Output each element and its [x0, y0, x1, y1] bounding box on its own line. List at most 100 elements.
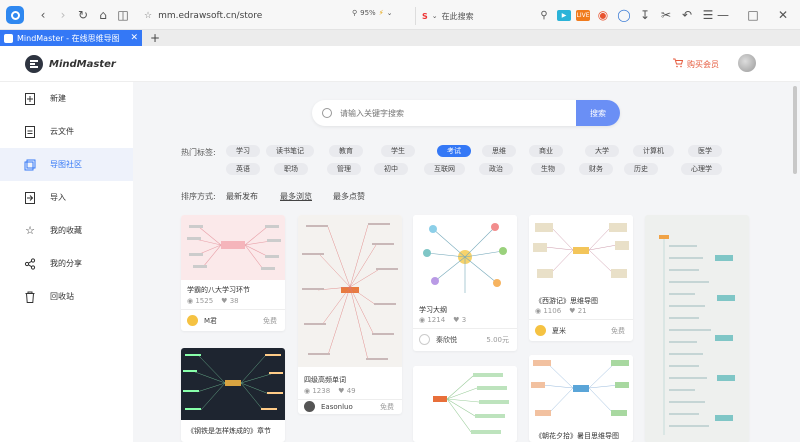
card-author[interactable]: Easonluo	[304, 401, 353, 412]
sort-most-viewed[interactable]: 最多浏览	[280, 191, 312, 202]
tag-1-6[interactable]: 商业	[529, 145, 563, 157]
mindmaster-logo-icon	[25, 55, 43, 73]
maximize-icon[interactable]: □	[744, 6, 762, 24]
search-icon[interactable]: ⚲	[536, 6, 552, 24]
browser-search[interactable]: S ⌄ 在此搜索	[415, 7, 525, 25]
home-icon[interactable]: ⌂	[94, 6, 112, 24]
card-thumbnail	[529, 355, 633, 427]
tab-mindmaster[interactable]: MindMaster - 在线思维导图 ✕	[0, 30, 142, 46]
reader-icon[interactable]: ◫	[114, 6, 132, 24]
scrollbar[interactable]	[792, 82, 798, 442]
tag-2-3[interactable]: 初中	[374, 163, 408, 175]
tag-1-9[interactable]: 医学	[688, 145, 722, 157]
template-card[interactable]: 《西游记》思维导图 ◉ 1106 ♥ 21 夏米 免费	[529, 215, 633, 341]
sidebar-item-new[interactable]: 新建	[0, 82, 133, 115]
toolbar-extensions: ⚲ ▶ LIVE ◉ ◯ ↧ ✂ ↶ ☰	[536, 6, 716, 24]
mindmaster-logo[interactable]: MindMaster	[25, 55, 116, 73]
forward-icon[interactable]: ›	[54, 6, 72, 24]
tag-2-1[interactable]: 职场	[274, 163, 308, 175]
sidebar-item-cloud[interactable]: 云文件	[0, 115, 133, 148]
sidebar-item-label: 导图社区	[50, 160, 82, 169]
card-author[interactable]: M君	[187, 315, 217, 326]
card-author[interactable]: 夏米	[535, 325, 566, 336]
back-icon[interactable]: ‹	[34, 6, 52, 24]
scissors-icon[interactable]: ✂	[658, 6, 674, 24]
vip-label: 购买会员	[687, 59, 719, 69]
download-icon[interactable]: ↧	[637, 6, 653, 24]
close-icon[interactable]: ✕	[774, 6, 792, 24]
sidebar-item-trash[interactable]: 回收站	[0, 280, 133, 313]
template-card[interactable]: 《钢铁是怎样炼成的》章节	[181, 348, 285, 442]
tag-1-7[interactable]: 大学	[585, 145, 619, 157]
tab-close-icon[interactable]: ✕	[130, 33, 138, 43]
tab-favicon-icon	[4, 33, 13, 43]
sort-newest[interactable]: 最新发布	[226, 191, 258, 202]
tag-1-2[interactable]: 教育	[329, 145, 363, 157]
undo-icon[interactable]: ↶	[679, 6, 695, 24]
bolt-icon: ⚡	[378, 9, 384, 17]
tag-2-7[interactable]: 财务	[579, 163, 613, 175]
new-tab-icon[interactable]: +	[150, 31, 160, 45]
template-card[interactable]: 四级高频单词 ◉ 1238 ♥ 49 Easonluo 免费	[298, 215, 402, 414]
tag-1-8[interactable]: 计算机	[633, 145, 674, 157]
template-card[interactable]: 学习大纲 ◉ 1214 ♥ 3 秦欣悦 5.00元	[413, 215, 517, 351]
author-avatar	[187, 315, 198, 326]
likes: ♥ 21	[569, 307, 586, 315]
likes: ♥ 38	[221, 297, 238, 305]
search-input[interactable]	[340, 108, 576, 118]
sidebar-item-community[interactable]: 导图社区	[0, 148, 133, 181]
community-icon	[24, 159, 36, 171]
tag-1-3[interactable]: 学生	[381, 145, 415, 157]
share-icon	[24, 257, 36, 270]
tag-1-4[interactable]: 考试	[437, 145, 471, 157]
tag-2-8[interactable]: 历史	[624, 163, 658, 175]
tag-2-6[interactable]: 生物	[531, 163, 565, 175]
zoom-icon: ⚲	[352, 9, 358, 17]
template-card[interactable]	[645, 215, 749, 442]
tag-2-4[interactable]: 互联网	[424, 163, 465, 175]
template-card[interactable]: 《朝花夕拾》暑目思维导图	[529, 355, 633, 442]
card-stats: ◉ 1214 ♥ 3	[419, 316, 466, 324]
minimize-icon[interactable]: —	[714, 6, 732, 24]
user-avatar[interactable]	[738, 54, 756, 72]
star-bookmark-icon[interactable]: ☆	[144, 11, 152, 21]
card-author[interactable]: 秦欣悦	[419, 334, 457, 345]
sidebar-item-shares[interactable]: 我的分享	[0, 247, 133, 280]
card-title: 四级高频单词	[304, 376, 346, 384]
browser-logo-icon[interactable]	[6, 6, 24, 24]
tag-1-1[interactable]: 读书笔记	[266, 145, 314, 157]
tv-extension-icon[interactable]: ▶	[557, 9, 571, 21]
tag-1-5[interactable]: 思维	[482, 145, 516, 157]
card-stats: ◉ 1525 ♥ 38	[187, 297, 239, 305]
view-count: 1214	[427, 316, 446, 324]
shield-icon[interactable]: ◯	[616, 6, 632, 24]
live-extension-icon[interactable]: LIVE	[576, 9, 590, 21]
card-price: 免费	[611, 327, 625, 335]
tag-2-9[interactable]: 心理学	[681, 163, 722, 175]
eye-icon: ◉	[304, 387, 311, 395]
sidebar-item-import[interactable]: 导入	[0, 181, 133, 214]
scrollbar-thumb[interactable]	[793, 86, 797, 174]
views: ◉ 1238	[304, 387, 330, 395]
hot-tags-label: 热门标签:	[181, 148, 216, 157]
gamepad-icon[interactable]: ◉	[595, 6, 611, 24]
zoom-control[interactable]: ⚲ 95% ⚡ ⌄	[352, 9, 393, 17]
eye-icon: ◉	[187, 297, 194, 305]
template-card[interactable]: 学霸的八大学习环节 ◉ 1525 ♥ 38 M君 免费	[181, 215, 285, 331]
card-title: 学霸的八大学习环节	[187, 286, 250, 294]
sidebar-item-label: 云文件	[50, 127, 74, 136]
new-file-icon	[24, 92, 36, 105]
reload-icon[interactable]: ↻	[74, 6, 92, 24]
zoom-value: 95%	[360, 9, 376, 17]
sort-most-liked[interactable]: 最多点赞	[333, 191, 365, 202]
sidebar-item-label: 我的分享	[50, 259, 82, 268]
buy-vip-button[interactable]: 购买会员	[673, 58, 719, 70]
template-card[interactable]	[413, 366, 517, 442]
tag-2-5[interactable]: 政治	[479, 163, 513, 175]
like-count: 38	[229, 297, 239, 305]
tag-1-0[interactable]: 学习	[226, 145, 260, 157]
search-button[interactable]: 搜索	[576, 100, 620, 126]
tag-2-0[interactable]: 英语	[226, 163, 260, 175]
tag-2-2[interactable]: 管理	[327, 163, 361, 175]
sidebar-item-favorites[interactable]: ☆ 我的收藏	[0, 214, 133, 247]
